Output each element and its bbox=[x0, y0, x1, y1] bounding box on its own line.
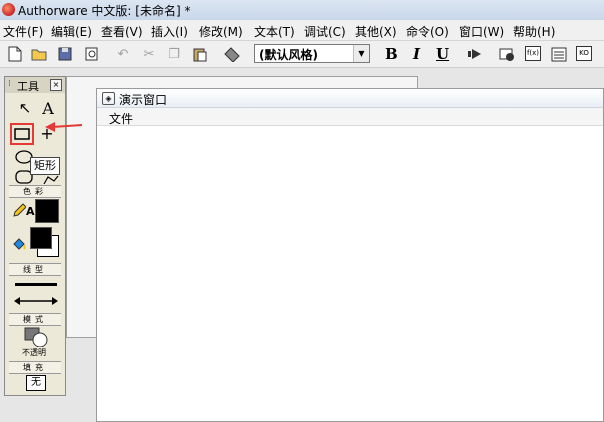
foreground-color-swatch[interactable] bbox=[30, 227, 52, 249]
menu-file[interactable]: 文件(F) bbox=[3, 23, 43, 40]
find-icon[interactable] bbox=[223, 45, 241, 63]
color-section-label: 色彩 bbox=[9, 185, 61, 198]
title-bar: Authorware 中文版: [未命名] * bbox=[0, 0, 604, 20]
line-color-swatch[interactable] bbox=[35, 199, 59, 223]
tools-panel-title: 工具 bbox=[17, 80, 39, 93]
menu-insert[interactable]: 插入(I) bbox=[151, 23, 188, 40]
rectangle-tooltip: 矩形 bbox=[30, 157, 60, 175]
chevron-down-icon[interactable]: ▼ bbox=[353, 45, 369, 62]
arrow-style-icon[interactable] bbox=[13, 295, 59, 307]
text-style-dropdown[interactable]: (默认风格) ▼ bbox=[254, 44, 370, 63]
pointer-tool[interactable]: ↖ bbox=[17, 99, 33, 117]
import-icon[interactable] bbox=[83, 45, 101, 63]
menu-other[interactable]: 其他(X) bbox=[355, 23, 397, 40]
mode-opaque-icon[interactable] bbox=[23, 327, 49, 347]
presentation-window[interactable]: ◈ 演示窗口 文件 bbox=[96, 88, 604, 422]
authorware-app-icon[interactable] bbox=[2, 3, 15, 16]
polygon-tool[interactable] bbox=[43, 175, 59, 185]
rectangle-tool[interactable] bbox=[14, 127, 30, 141]
pencil-color-icon[interactable] bbox=[11, 201, 27, 219]
text-style-value: (默认风格) bbox=[259, 48, 318, 62]
cut-icon[interactable]: ✂ bbox=[140, 45, 158, 63]
presentation-window-title: 演示窗口 bbox=[119, 93, 168, 107]
line-section-label: 线型 bbox=[9, 263, 61, 276]
menu-modify[interactable]: 修改(M) bbox=[199, 23, 243, 40]
line-weight-icon[interactable] bbox=[15, 283, 57, 286]
menu-help[interactable]: 帮助(H) bbox=[513, 23, 555, 40]
new-icon[interactable] bbox=[6, 45, 24, 63]
open-icon[interactable] bbox=[31, 45, 49, 63]
fill-none-button[interactable]: 无 bbox=[26, 375, 46, 391]
save-all-icon[interactable] bbox=[57, 45, 75, 63]
menu-debug[interactable]: 调试(C) bbox=[304, 23, 346, 40]
grip-icon[interactable]: ⁞ bbox=[8, 79, 11, 89]
control-panel-icon[interactable] bbox=[498, 45, 516, 63]
menu-edit[interactable]: 编辑(E) bbox=[51, 23, 92, 40]
menu-bar: 文件(F) 编辑(E) 查看(V) 插入(I) 修改(M) 文本(T) 调试(C… bbox=[0, 20, 604, 41]
text-color-label: A bbox=[26, 205, 35, 218]
menu-view[interactable]: 查看(V) bbox=[101, 23, 143, 40]
toolbar: ↶ ✂ ❐ (默认风格) ▼ B I U f(x) KO bbox=[0, 41, 604, 68]
fill-section-label: 填充 bbox=[9, 361, 61, 374]
paste-icon[interactable] bbox=[191, 45, 209, 63]
window-title: Authorware 中文版: [未命名] * bbox=[18, 4, 191, 18]
tools-panel-header[interactable]: ⁞ 工具 × bbox=[5, 77, 65, 93]
mode-value: 不透明 bbox=[22, 348, 46, 357]
menu-window[interactable]: 窗口(W) bbox=[459, 23, 504, 40]
menu-text[interactable]: 文本(T) bbox=[254, 23, 295, 40]
undo-icon[interactable]: ↶ bbox=[114, 45, 132, 63]
mode-section-label: 模式 bbox=[9, 313, 61, 326]
presentation-window-titlebar[interactable]: ◈ 演示窗口 bbox=[97, 89, 603, 108]
italic-button[interactable]: I bbox=[413, 45, 420, 63]
presentation-window-menu: 文件 bbox=[97, 108, 603, 126]
knowledge-objects-icon[interactable]: KO bbox=[576, 46, 592, 61]
functions-icon[interactable]: f(x) bbox=[525, 46, 541, 61]
restart-icon[interactable] bbox=[466, 45, 484, 63]
bold-button[interactable]: B bbox=[385, 45, 398, 63]
text-tool[interactable]: A bbox=[39, 99, 57, 118]
close-icon[interactable]: × bbox=[50, 79, 62, 91]
presentation-window-icon: ◈ bbox=[102, 92, 115, 105]
underline-button[interactable]: U bbox=[436, 45, 449, 63]
variables-icon[interactable] bbox=[550, 45, 568, 63]
presentation-menu-file[interactable]: 文件 bbox=[109, 110, 133, 127]
fill-bucket-icon[interactable] bbox=[11, 235, 27, 253]
copy-icon[interactable]: ❐ bbox=[165, 45, 183, 63]
menu-commands[interactable]: 命令(O) bbox=[406, 23, 449, 40]
red-pointer-arrow-icon bbox=[45, 122, 83, 132]
